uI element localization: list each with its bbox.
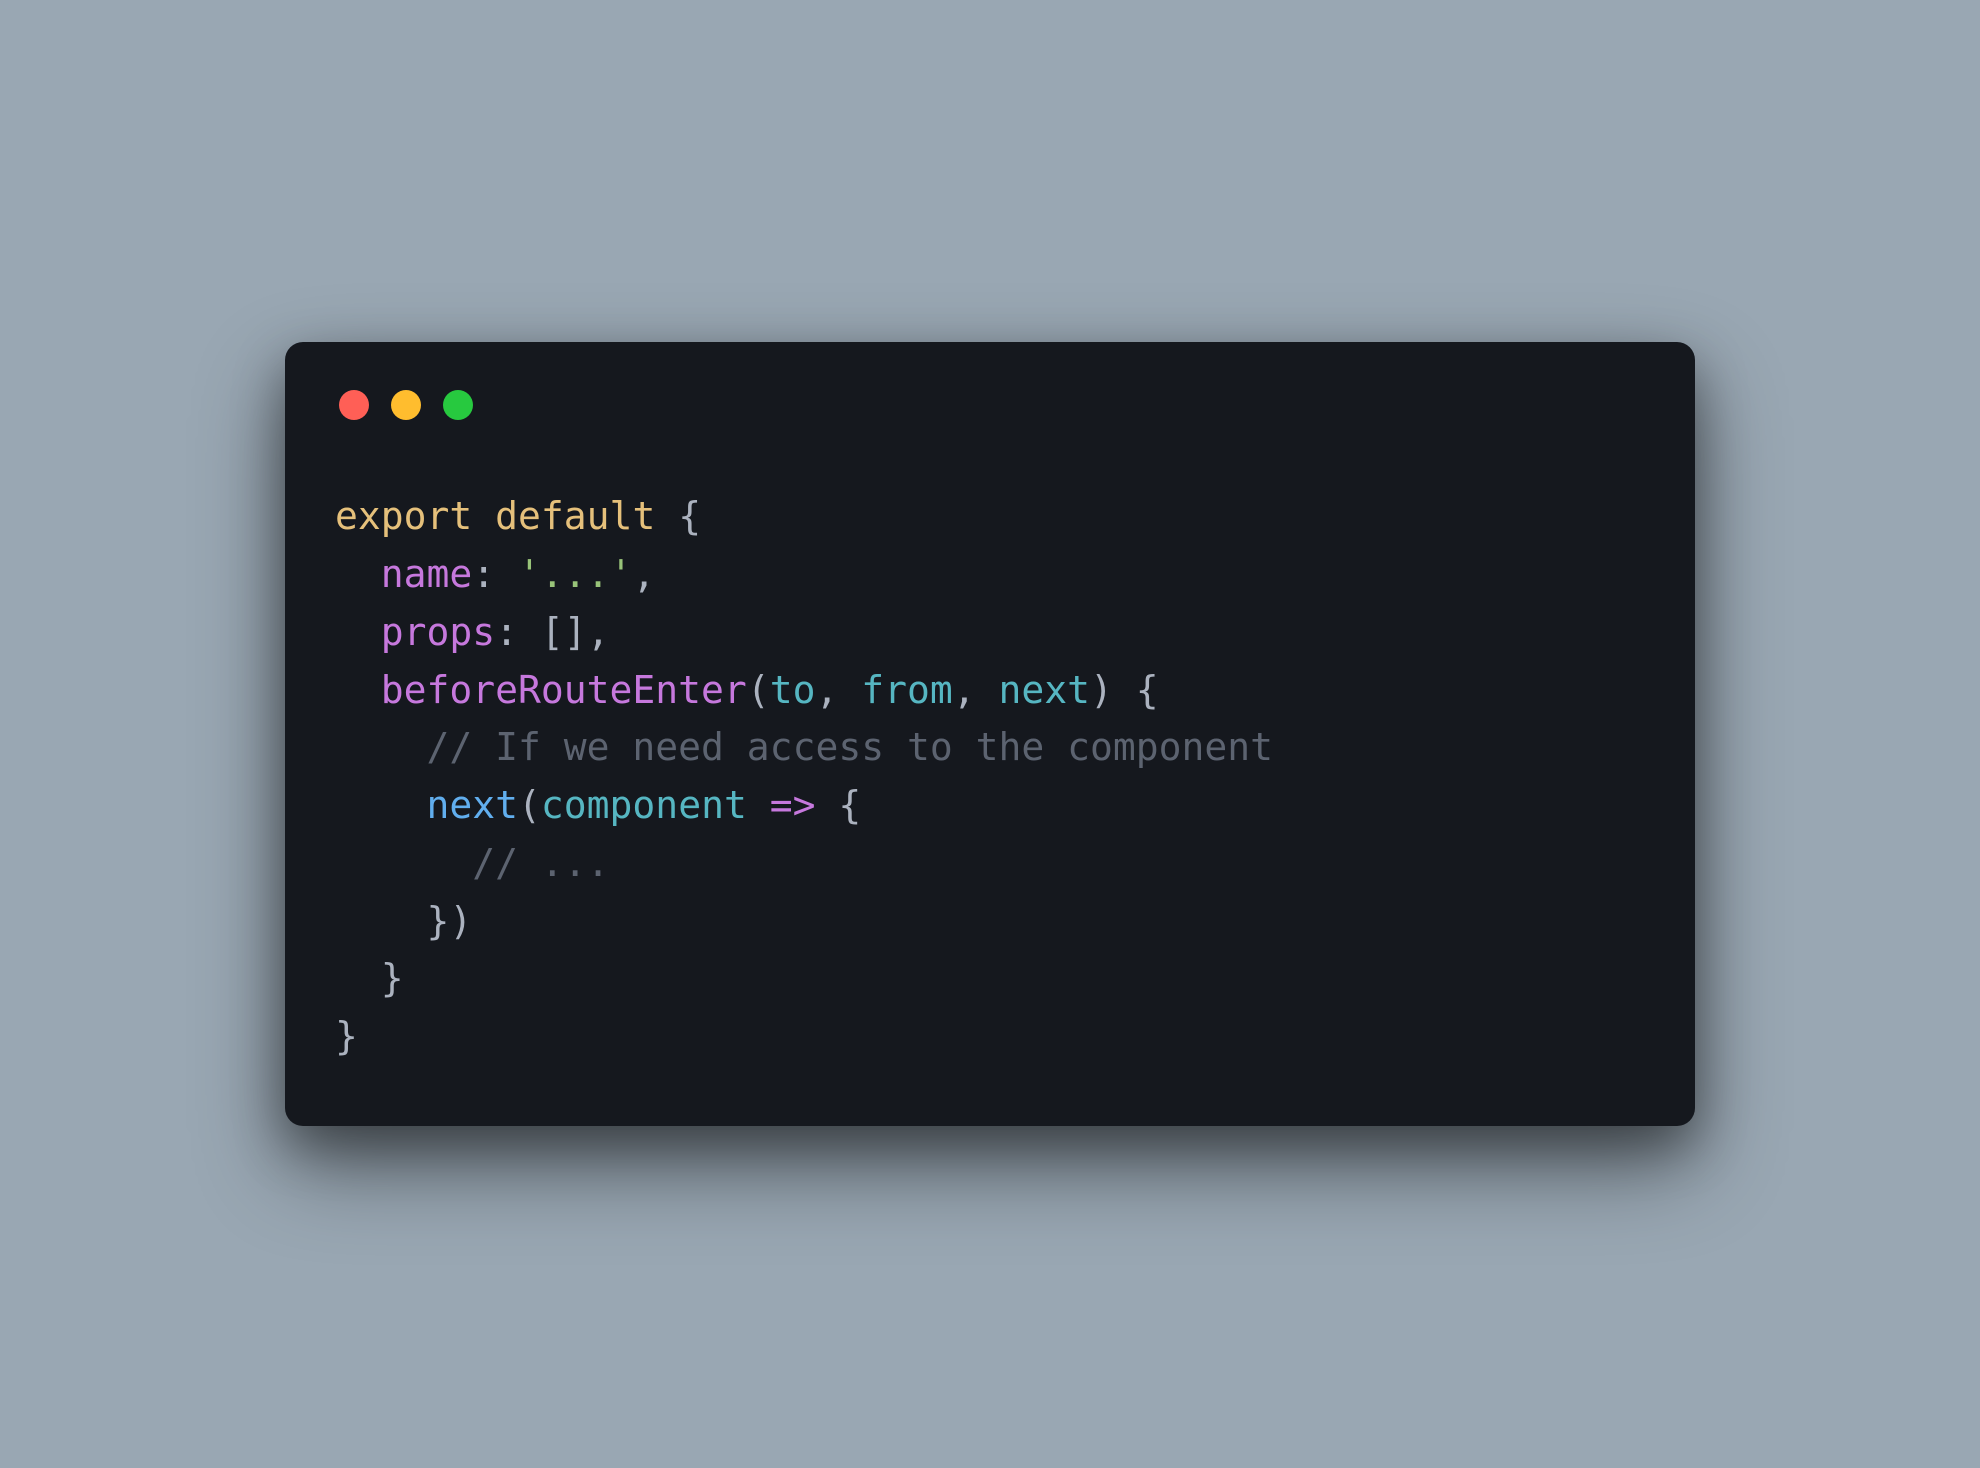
indent <box>335 668 381 712</box>
comment-line: // ... <box>472 841 609 885</box>
keyword-default: default <box>495 494 655 538</box>
keyword-export: export <box>335 494 472 538</box>
param-component: component <box>541 783 747 827</box>
comma: , <box>632 552 655 596</box>
indent <box>335 725 427 769</box>
function-call-next: next <box>427 783 519 827</box>
indent <box>335 783 427 827</box>
indent <box>335 841 472 885</box>
code-window: export default { name: '...', props: [],… <box>285 342 1695 1126</box>
brace-close: } <box>381 956 404 1000</box>
window-controls <box>339 390 1645 420</box>
brace-close: } <box>335 1014 358 1058</box>
property-props: props <box>381 610 495 654</box>
method-name: beforeRouteEnter <box>381 668 747 712</box>
paren-open: ( <box>518 783 541 827</box>
comma: , <box>587 610 610 654</box>
brackets: [] <box>541 610 587 654</box>
brace-paren-close: }) <box>427 899 473 943</box>
separator: , <box>953 668 999 712</box>
maximize-icon[interactable] <box>443 390 473 420</box>
property-name: name <box>381 552 473 596</box>
param-next: next <box>999 668 1091 712</box>
indent <box>335 956 381 1000</box>
paren-open: ( <box>747 668 770 712</box>
string-value: '...' <box>518 552 632 596</box>
paren-close-brace: ) { <box>1090 668 1159 712</box>
colon: : <box>495 610 541 654</box>
indent <box>335 610 381 654</box>
param-to: to <box>770 668 816 712</box>
colon: : <box>472 552 518 596</box>
close-icon[interactable] <box>339 390 369 420</box>
brace-open: { <box>655 494 701 538</box>
minimize-icon[interactable] <box>391 390 421 420</box>
param-from: from <box>861 668 953 712</box>
code-block: export default { name: '...', props: [],… <box>335 488 1645 1066</box>
separator: , <box>815 668 861 712</box>
brace-open: { <box>838 783 861 827</box>
indent <box>335 552 381 596</box>
arrow-operator: => <box>747 783 839 827</box>
comment-line: // If we need access to the component <box>427 725 1273 769</box>
indent <box>335 899 427 943</box>
